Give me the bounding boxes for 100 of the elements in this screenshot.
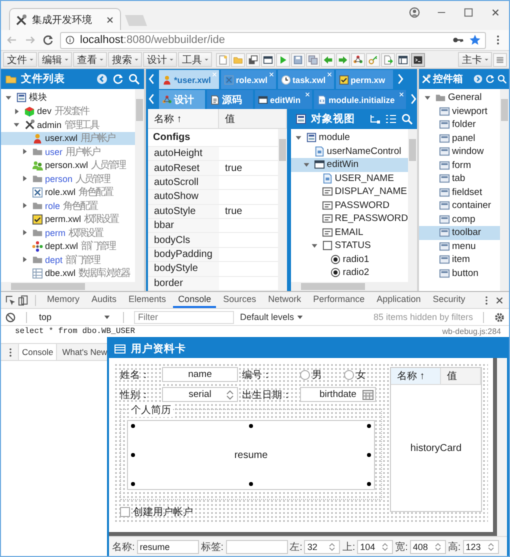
tab[interactable]: Audits — [86, 292, 122, 308]
tree-item[interactable]: folder — [419, 118, 500, 132]
property-name: autoScroll — [148, 176, 219, 190]
tab[interactable]: Console — [173, 292, 216, 308]
tree-item[interactable]: panel — [419, 132, 500, 145]
tree-item[interactable]: STATUS — [290, 239, 408, 252]
menu-button[interactable]: 编辑 — [38, 52, 72, 67]
column-header[interactable]: 名称 ↑ — [391, 368, 441, 384]
menu-button[interactable]: 工具 — [178, 52, 212, 67]
tree-item[interactable]: USER_NAME — [290, 172, 408, 185]
tree-item[interactable]: admin 管理工具 — [1, 118, 135, 132]
tab[interactable]: Performance — [308, 292, 370, 308]
tree-item[interactable]: RE_PASSWORD — [290, 212, 408, 226]
tree-item[interactable]: userNameControl — [290, 144, 408, 158]
tab[interactable]: Console — [18, 344, 58, 360]
panel-title: 对象视图 — [310, 112, 356, 126]
address-bar[interactable]: localhost:8080/webbuilder/ide — [60, 32, 486, 48]
tree-item[interactable]: user 用户帐户 — [1, 145, 135, 158]
tree-item[interactable]: role.xwl 角色配置 — [1, 186, 135, 199]
filter-field[interactable]: Filter — [134, 310, 234, 324]
tree-item[interactable]: container — [419, 199, 500, 212]
tree-item[interactable]: tab — [419, 172, 500, 186]
tab[interactable]: Elements — [124, 292, 172, 308]
text-field[interactable]: resume — [136, 540, 199, 554]
tree-item[interactable]: PASSWORD — [290, 198, 408, 212]
tree-item[interactable]: fieldset — [419, 186, 500, 199]
menu-button[interactable]: 文件 — [3, 52, 37, 67]
checkbox[interactable]: 创建用户帐户 — [120, 505, 382, 519]
group-header: Configs — [153, 132, 190, 143]
tree-item[interactable]: dev 开发套件 — [1, 104, 135, 118]
field-label: 标签: — [200, 540, 224, 554]
tab[interactable]: Security — [428, 292, 470, 308]
tree-item[interactable]: perm 权限设置 — [1, 226, 135, 240]
levels-dropdown[interactable]: Default levels — [240, 312, 304, 322]
number-field[interactable]: 32 — [304, 540, 340, 554]
menu-button[interactable]: 查看 — [73, 52, 107, 67]
tab[interactable]: Sources — [218, 292, 262, 308]
tree-item[interactable]: radio1 — [290, 252, 408, 266]
tree-item[interactable]: radio2 — [290, 266, 408, 280]
grid-name: historyCard — [410, 442, 462, 454]
property-name: bodyCls — [148, 233, 219, 247]
dropdown-button[interactable]: 主卡 — [458, 52, 492, 67]
number-field[interactable]: 123 — [462, 540, 499, 554]
window-title: 用户资料卡 — [131, 342, 186, 356]
tab[interactable]: editWin — [255, 90, 312, 109]
tab[interactable]: Network — [263, 292, 306, 308]
tab[interactable]: What's New — [59, 344, 107, 360]
property-name: bodyStyle — [148, 262, 219, 276]
context-select[interactable]: top — [37, 312, 113, 322]
source-link[interactable]: wb-debug.js:284 — [442, 327, 501, 336]
tree-item[interactable]: form — [419, 158, 500, 172]
tree-item[interactable]: 模块 — [1, 91, 135, 104]
tab[interactable]: module.initialize — [314, 90, 406, 109]
text-area[interactable]: resume — [127, 420, 375, 490]
tree-item[interactable]: comp — [419, 212, 500, 226]
tree-item[interactable]: perm.xwl 权限设置 — [1, 212, 135, 226]
tree-item[interactable]: dept 部门管理 — [1, 253, 135, 266]
menu-button[interactable]: 搜索 — [108, 52, 142, 67]
column-header[interactable]: 值 — [441, 368, 481, 384]
tree-item[interactable]: user.xwl 用户帐户 — [1, 132, 135, 145]
tab[interactable]: Memory — [42, 292, 85, 308]
date-field[interactable]: birthdate — [300, 387, 376, 402]
field-label: 上: — [342, 540, 356, 554]
tree-item[interactable]: person.xwl 人员管理 — [1, 158, 135, 172]
number-field[interactable]: 408 — [410, 540, 446, 554]
tree-item[interactable]: viewport — [419, 104, 500, 118]
tree-item[interactable]: person 人员管理 — [1, 172, 135, 186]
number-field[interactable]: serial — [162, 387, 238, 402]
tree-item[interactable]: module — [290, 131, 408, 144]
property-name: border — [148, 276, 219, 290]
field-label: 编号： — [242, 368, 273, 382]
tree-item[interactable]: window — [419, 145, 500, 158]
property-value: true — [224, 204, 242, 218]
number-field[interactable]: 104 — [357, 540, 394, 554]
property-name: autoReset — [148, 161, 219, 175]
tree-item[interactable]: menu — [419, 240, 500, 253]
field-label: 出生日期： — [242, 388, 293, 402]
tab[interactable]: Application — [372, 292, 426, 308]
tree-item[interactable]: dbe.xwl 数据库浏览器 — [1, 266, 135, 280]
text-field[interactable]: name — [162, 367, 238, 382]
tree-item[interactable]: editWin — [290, 158, 408, 172]
tree-item[interactable]: DISPLAY_NAME — [290, 185, 408, 198]
tree-item[interactable]: role 角色配置 — [1, 199, 135, 212]
browser-tab[interactable]: 集成开发环境 — [9, 8, 121, 30]
tree-item[interactable]: item — [419, 253, 500, 266]
tree-item[interactable]: button — [419, 266, 500, 280]
radio-button[interactable]: 男 — [300, 368, 322, 382]
tab[interactable]: 源码 — [207, 90, 253, 109]
field-label: 名称: — [112, 540, 135, 554]
radio-button[interactable]: 女 — [344, 368, 366, 382]
tree-item[interactable]: EMAIL — [290, 226, 408, 239]
tree-item[interactable]: General — [419, 91, 500, 104]
tree-item[interactable]: toolbar — [419, 226, 500, 240]
column-header[interactable]: 名称 ↑ — [148, 109, 219, 128]
field-label: 宽: — [395, 540, 408, 554]
menu-button[interactable]: 设计 — [143, 52, 177, 67]
column-header[interactable]: 值 — [219, 109, 287, 128]
tree-item[interactable]: dept.xwl 部门管理 — [1, 240, 135, 253]
property-name: autoHeight — [148, 147, 219, 160]
tab[interactable]: *user.xwl — [159, 70, 219, 89]
